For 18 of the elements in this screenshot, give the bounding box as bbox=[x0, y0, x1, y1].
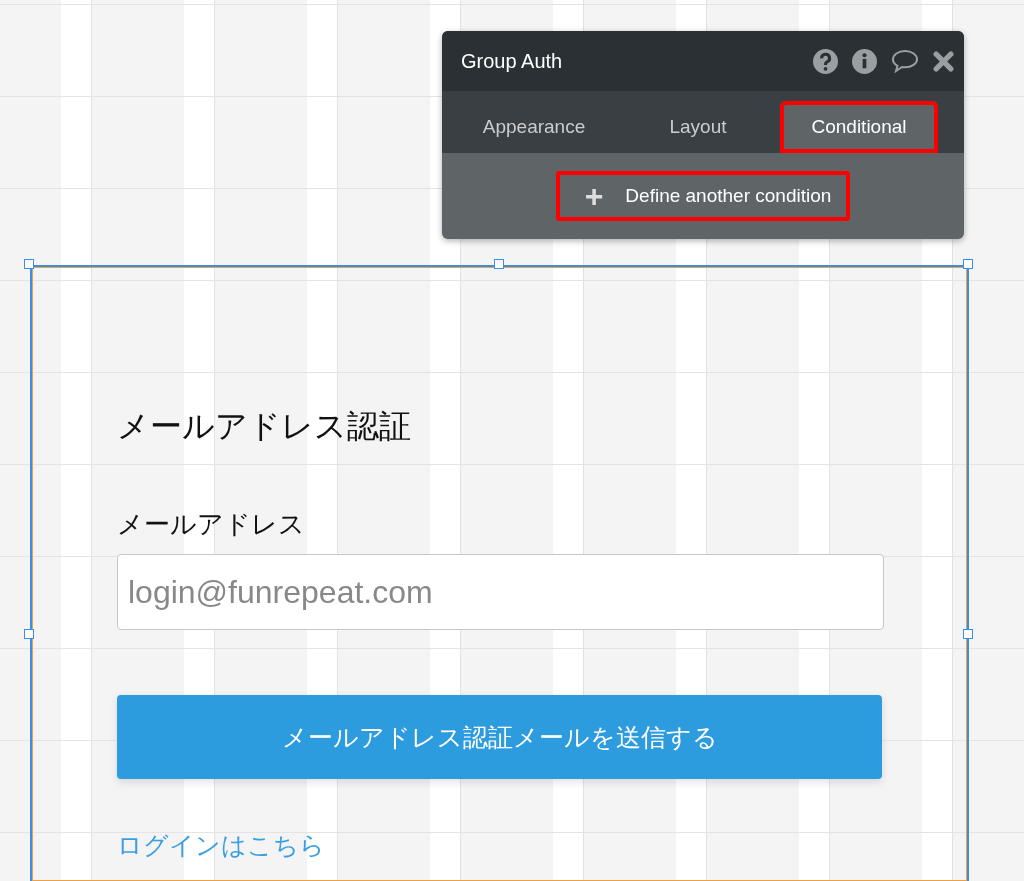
heading: メールアドレス認証 bbox=[117, 406, 411, 447]
define-condition-button[interactable]: + Define another condition bbox=[555, 171, 851, 221]
help-icon[interactable] bbox=[813, 48, 838, 74]
panel-tab[interactable]: Appearance bbox=[452, 101, 616, 153]
resize-handle[interactable] bbox=[963, 259, 973, 269]
resize-handle[interactable] bbox=[24, 259, 34, 269]
panel-title: Group Auth bbox=[461, 49, 564, 73]
panel-tab[interactable]: Layout bbox=[616, 101, 780, 153]
resize-handle[interactable] bbox=[24, 629, 34, 639]
field-label: メールアドレス bbox=[117, 508, 305, 541]
info-icon[interactable] bbox=[852, 48, 877, 74]
resize-handle[interactable] bbox=[493, 259, 504, 269]
email-field[interactable]: login@funrepeat.com bbox=[117, 554, 884, 630]
close-icon[interactable] bbox=[933, 50, 954, 72]
resize-handle[interactable] bbox=[963, 629, 973, 639]
send-email-button[interactable]: メールアドレス認証メールを送信する bbox=[117, 695, 882, 779]
panel-tab[interactable]: Conditional bbox=[780, 101, 938, 153]
comment-icon[interactable] bbox=[891, 49, 919, 73]
